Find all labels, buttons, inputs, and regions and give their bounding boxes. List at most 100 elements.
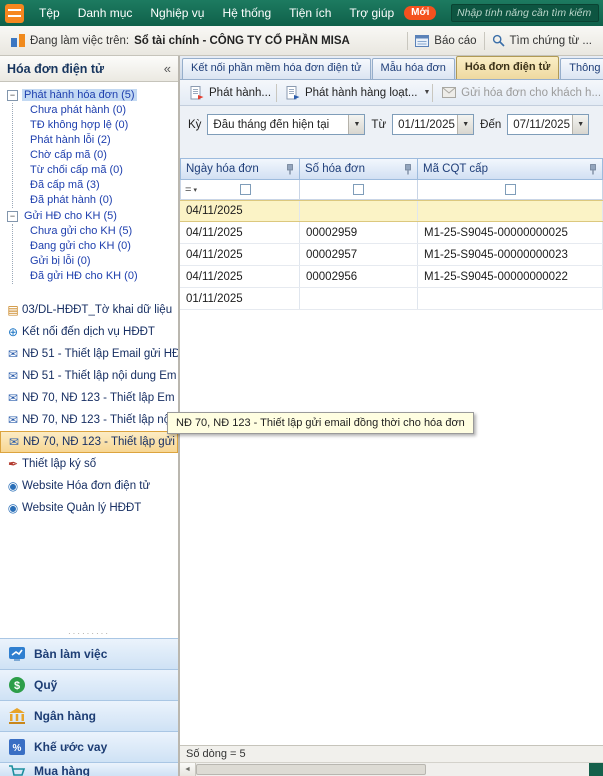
- tree-expander-icon[interactable]: −: [7, 211, 18, 222]
- publish-button[interactable]: Phát hành...: [183, 83, 274, 103]
- grid-cell-date[interactable]: 04/11/2025: [180, 266, 300, 287]
- from-date-input[interactable]: 01/11/2025 ▼: [392, 114, 474, 135]
- grid-cell-cqt[interactable]: M1-25-S9045-00000000022: [418, 266, 603, 287]
- sidebar-link-nd70-noi-dung[interactable]: ✉ NĐ 70, NĐ 123 - Thiết lập nội: [0, 409, 178, 431]
- pin-icon[interactable]: [589, 164, 597, 175]
- scroll-left-arrow[interactable]: ◄: [180, 763, 196, 776]
- connect-service-icon: ⊕: [4, 326, 22, 338]
- column-header-so-hoa-don[interactable]: Số hóa đơn: [300, 158, 418, 180]
- grid-cell-cqt[interactable]: [418, 288, 603, 309]
- scrollbar-thumb[interactable]: [196, 764, 426, 775]
- pin-icon[interactable]: [404, 164, 412, 175]
- publish-batch-icon: [286, 86, 300, 100]
- grid-cell-date[interactable]: 01/11/2025: [180, 288, 300, 309]
- tree-item[interactable]: Phát hành lỗi (2): [30, 133, 178, 148]
- grid-row[interactable]: 01/11/2025: [180, 288, 603, 310]
- menu-tien-ich[interactable]: Tiện ích: [280, 0, 340, 26]
- tree-item[interactable]: Đã gửi HĐ cho KH (0): [30, 269, 178, 284]
- nav-item-quy[interactable]: $ Quỹ: [0, 669, 178, 700]
- grid-cell-cqt[interactable]: M1-25-S9045-00000000023: [418, 244, 603, 265]
- tree-item[interactable]: TĐ không hợp lệ (0): [30, 118, 178, 133]
- tab-thong-bao[interactable]: Thông bá: [560, 58, 603, 79]
- publish-batch-dropdown-icon[interactable]: ▼: [423, 89, 430, 96]
- tree-item[interactable]: Chưa gửi cho KH (5): [30, 224, 178, 239]
- calendar-dropdown-icon[interactable]: ▼: [572, 115, 588, 134]
- menu-tro-giup[interactable]: Trợ giúp: [340, 0, 403, 26]
- grid-cell-date[interactable]: 04/11/2025: [180, 201, 300, 221]
- tree-item[interactable]: Đang gửi cho KH (0): [30, 239, 178, 254]
- grid-row[interactable]: 04/11/2025: [180, 200, 603, 222]
- grid-cell-date[interactable]: 04/11/2025: [180, 222, 300, 243]
- sidebar-link-nd51-email[interactable]: ✉ NĐ 51 - Thiết lập Email gửi HĐ: [0, 343, 178, 365]
- filter-checkbox[interactable]: [353, 184, 364, 195]
- sidebar-link-website-hddt[interactable]: ◉ Website Hóa đơn điện tử: [0, 475, 178, 497]
- grid-cell-number[interactable]: 00002957: [300, 244, 418, 265]
- publish-label: Phát hành...: [209, 87, 271, 99]
- tree-expander-icon[interactable]: −: [7, 90, 18, 101]
- sidebar-link-website-quan-ly[interactable]: ◉ Website Quản lý HĐĐT: [0, 497, 178, 519]
- nav-item-mua-hang[interactable]: Mua hàng: [0, 762, 178, 776]
- nav-item-label: Mua hàng: [34, 764, 90, 776]
- filter-operator[interactable]: =▾: [185, 184, 197, 196]
- column-header-ma-cqt[interactable]: Mã CQT cấp: [418, 158, 603, 180]
- misa-logo-icon[interactable]: [5, 4, 24, 23]
- to-date-input[interactable]: 07/11/2025 ▼: [507, 114, 589, 135]
- tree-item[interactable]: Đã cấp mã (3): [30, 178, 178, 193]
- collapse-sidebar-button[interactable]: «: [164, 61, 171, 76]
- sidebar-link-nd70-gui-email[interactable]: ✉ NĐ 70, NĐ 123 - Thiết lập gửi: [0, 431, 178, 453]
- grid-cell-date[interactable]: 04/11/2025: [180, 244, 300, 265]
- grid-cell-number[interactable]: [300, 288, 418, 309]
- sidebar-link-nd51-noi-dung[interactable]: ✉ NĐ 51 - Thiết lập nội dung Em: [0, 365, 178, 387]
- feature-search-input[interactable]: [451, 4, 599, 22]
- tree-item[interactable]: Chưa phát hành (0): [30, 103, 178, 118]
- sidebar-link-nd70-email[interactable]: ✉ NĐ 70, NĐ 123 - Thiết lập Em: [0, 387, 178, 409]
- pin-icon[interactable]: [286, 164, 294, 175]
- grid-row[interactable]: 04/11/2025 00002956 M1-25-S9045-00000000…: [180, 266, 603, 288]
- grid-cell-number[interactable]: 00002959: [300, 222, 418, 243]
- tree-item-phat-hanh[interactable]: − Phát hành hóa đơn (5): [7, 87, 178, 103]
- tree-item[interactable]: Gửi bị lỗi (0): [30, 254, 178, 269]
- tree-item[interactable]: Từ chối cấp mã (0): [30, 163, 178, 178]
- menu-he-thong[interactable]: Hệ thống: [213, 0, 280, 26]
- nav-item-ban-lam-viec[interactable]: Bàn làm việc: [0, 638, 178, 669]
- find-voucher-button[interactable]: Tìm chứng từ ...: [485, 30, 600, 52]
- tab-ket-noi-phan-mem[interactable]: Kết nối phần mềm hóa đơn điện tử: [182, 58, 371, 79]
- grid-cell-cqt[interactable]: M1-25-S9045-00000000025: [418, 222, 603, 243]
- column-header-ngay-hoa-don[interactable]: Ngày hóa đơn: [180, 158, 300, 180]
- operator-dropdown-icon[interactable]: ▾: [193, 186, 197, 194]
- menu-tep[interactable]: Tệp: [30, 0, 69, 26]
- grid-cell-number[interactable]: [300, 201, 418, 221]
- filter-checkbox[interactable]: [240, 184, 251, 195]
- dropdown-arrow-icon[interactable]: ▼: [348, 115, 364, 134]
- period-select[interactable]: Đầu tháng đến hiện tại ▼: [207, 114, 365, 135]
- sidebar-link-ky-so[interactable]: ✒ Thiết lập ký số: [0, 453, 178, 475]
- tab-hoa-don-dien-tu[interactable]: Hóa đơn điện tử: [456, 56, 559, 79]
- tree-item[interactable]: Đã phát hành (0): [30, 193, 178, 208]
- sidebar-link-ket-noi[interactable]: ⊕ Kết nối đến dịch vụ HĐĐT: [0, 321, 178, 343]
- report-button[interactable]: Báo cáo: [408, 30, 483, 52]
- sidebar-nav: ········· Bàn làm việc $ Quỹ Ngân hàng %…: [0, 628, 178, 776]
- nav-item-ngan-hang[interactable]: Ngân hàng: [0, 700, 178, 731]
- horizontal-scrollbar[interactable]: ◄: [180, 762, 603, 776]
- grid-cell-number[interactable]: 00002956: [300, 266, 418, 287]
- tab-mau-hoa-don[interactable]: Mẫu hóa đơn: [372, 58, 455, 79]
- column-header-label: Số hóa đơn: [305, 163, 365, 175]
- publish-batch-button[interactable]: Phát hành hàng loạt... ▼: [279, 83, 430, 103]
- nav-item-khe-uoc-vay[interactable]: % Khế ước vay: [0, 731, 178, 762]
- splitter-grip[interactable]: ·········: [0, 628, 178, 638]
- filter-cell-number[interactable]: [300, 180, 418, 200]
- working-on-selector[interactable]: Đang làm việc trên: Sổ tài chính - CÔNG …: [4, 30, 357, 52]
- calendar-dropdown-icon[interactable]: ▼: [457, 115, 473, 134]
- grid-cell-cqt[interactable]: [418, 201, 603, 221]
- menu-danh-muc[interactable]: Danh mục: [69, 0, 142, 26]
- tree-item[interactable]: Chờ cấp mã (0): [30, 148, 178, 163]
- menu-nghiep-vu[interactable]: Nghiệp vụ: [141, 0, 213, 26]
- grid-row[interactable]: 04/11/2025 00002959 M1-25-S9045-00000000…: [180, 222, 603, 244]
- send-invoice-button[interactable]: Gửi hóa đơn cho khách h...: [435, 84, 600, 102]
- tree-item-gui-hd[interactable]: − Gửi HĐ cho KH (5): [7, 208, 178, 224]
- grid-row[interactable]: 04/11/2025 00002957 M1-25-S9045-00000000…: [180, 244, 603, 266]
- filter-cell-date[interactable]: =▾: [180, 180, 300, 200]
- sidebar-link-to-khai[interactable]: ▤ 03/DL-HĐĐT_Tờ khai dữ liệu: [0, 299, 178, 321]
- filter-checkbox[interactable]: [505, 184, 516, 195]
- filter-cell-cqt[interactable]: [418, 180, 603, 200]
